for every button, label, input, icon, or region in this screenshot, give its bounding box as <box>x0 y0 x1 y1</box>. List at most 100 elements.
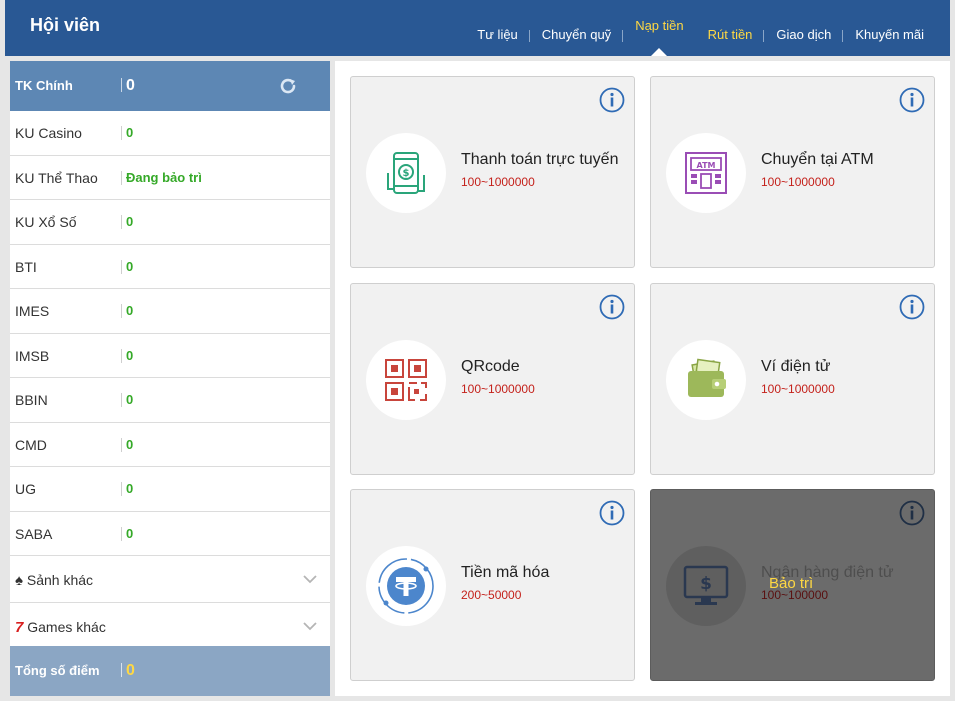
method-icon-circle: $ <box>366 133 446 213</box>
method-range: 100~1000000 <box>461 175 535 189</box>
wallet-row[interactable]: CMD 0 <box>10 423 330 467</box>
active-caret-icon <box>651 48 668 56</box>
main-account-label: TK Chính <box>15 78 73 93</box>
nav-deposit-label: Nạp tiền <box>635 18 684 33</box>
wallet-row[interactable]: KU Xổ Số 0 <box>10 200 330 245</box>
wallet-name: KU Casino <box>15 125 82 141</box>
wallet-icon <box>688 358 726 397</box>
wallet-name: IMSB <box>15 347 50 364</box>
nav-transfer[interactable]: Chuyển quỹ <box>530 0 624 56</box>
info-icon[interactable] <box>599 500 625 526</box>
method-title: Thanh toán trực tuyến <box>461 151 619 168</box>
wallet-balance: Đang bảo trì <box>126 169 202 185</box>
method-icon-circle <box>366 340 446 420</box>
method-title: Ví điện tử <box>761 358 831 375</box>
maintenance-badge: Bảo trì <box>769 575 814 592</box>
method-range: 100~1000000 <box>761 175 835 189</box>
info-icon[interactable] <box>899 87 925 113</box>
wallet-balance: 0 <box>126 214 134 229</box>
wallet-name: SABA <box>15 525 53 542</box>
info-icon[interactable] <box>899 500 925 526</box>
monitor-dollar-icon: $ <box>683 565 729 605</box>
chevron-down-icon <box>303 575 317 584</box>
divider <box>121 393 122 407</box>
divider <box>121 482 122 496</box>
main-account-balance: 0 <box>126 77 135 94</box>
other-lobby-toggle[interactable]: ♠ Sảnh khác <box>10 556 330 603</box>
method-icon-circle <box>666 340 746 420</box>
divider <box>121 259 122 274</box>
info-icon[interactable] <box>599 294 625 320</box>
phone-dollar-icon: $ <box>387 152 425 194</box>
wallet-balance: 0 <box>126 303 134 318</box>
wallet-balance: 0 <box>126 436 134 452</box>
wallet-name: BBIN <box>15 392 48 408</box>
nav-withdraw[interactable]: Rút tiền <box>696 0 765 56</box>
wallet-balance: 0 <box>126 481 134 496</box>
wallet-name: UG <box>15 481 36 497</box>
wallet-balance: 0 <box>126 258 134 274</box>
total-points-value: 0 <box>126 662 135 679</box>
divider <box>121 78 122 92</box>
wallet-balance: 0 <box>126 525 134 541</box>
nav-promotions[interactable]: Khuyến mãi <box>843 0 936 56</box>
other-games-label: 7 Games khác <box>15 619 106 636</box>
other-games-toggle[interactable]: 7 Games khác <box>10 603 330 650</box>
nav-profile[interactable]: Tư liệu <box>465 0 530 56</box>
method-range: 200~50000 <box>461 588 522 602</box>
total-points-label: Tổng số điểm <box>15 663 100 678</box>
method-card-internet-banking: $ Ngân hàng điện tử 100~100000 Bảo trì <box>650 489 935 681</box>
info-icon[interactable] <box>899 294 925 320</box>
wallet-balance: 0 <box>126 347 134 363</box>
svg-text:ATM: ATM <box>697 161 716 170</box>
divider <box>121 170 122 185</box>
nav-deposit[interactable]: Nạp tiền <box>623 0 695 56</box>
method-card-crypto[interactable]: Tiền mã hóa 200~50000 <box>350 489 635 681</box>
divider <box>121 304 122 318</box>
method-title: Tiền mã hóa <box>461 564 550 581</box>
qrcode-icon <box>385 359 427 401</box>
other-lobby-label: ♠ Sảnh khác <box>15 572 93 589</box>
total-points-row: Tổng số điểm 0 <box>10 646 330 696</box>
method-range: 100~1000000 <box>461 382 535 396</box>
method-card-online-payment[interactable]: $ Thanh toán trực tuyến 100~1000000 <box>350 76 635 268</box>
divider <box>121 126 122 140</box>
wallet-row[interactable]: KU Thể Thao Đang bảo trì <box>10 156 330 200</box>
top-header: Hội viên Tư liệu Chuyển quỹ Nạp tiền Rút… <box>5 0 950 56</box>
divider <box>121 526 122 541</box>
wallet-sidebar: TK Chính 0 KU Casino 0 KU Thể Thao Đang … <box>10 61 330 696</box>
method-icon-circle: $ <box>666 546 746 626</box>
refresh-icon[interactable] <box>278 77 298 97</box>
tether-icon <box>378 558 434 614</box>
wallet-row[interactable]: IMSB 0 <box>10 334 330 378</box>
method-card-qrcode[interactable]: QRcode 100~1000000 <box>350 283 635 475</box>
info-icon[interactable] <box>599 87 625 113</box>
page-title: Hội viên <box>30 15 101 35</box>
wallet-name: CMD <box>15 436 47 453</box>
divider <box>121 437 122 452</box>
method-icon-circle: ATM <box>666 133 746 213</box>
wallet-row[interactable]: UG 0 <box>10 467 330 512</box>
nav-transactions[interactable]: Giao dịch <box>764 0 844 56</box>
wallet-name: KU Thể Thao <box>15 169 98 186</box>
spade-icon: ♠ <box>15 572 23 589</box>
wallet-row[interactable]: BTI 0 <box>10 245 330 289</box>
wallet-row[interactable]: SABA 0 <box>10 512 330 556</box>
chevron-down-icon <box>303 622 317 631</box>
wallet-row[interactable]: BBIN 0 <box>10 378 330 423</box>
other-lobby-text: Sảnh khác <box>26 572 94 588</box>
method-range: 100~1000000 <box>761 382 835 396</box>
method-title: QRcode <box>461 358 520 375</box>
wallet-balance: 0 <box>126 125 134 140</box>
wallet-balance: 0 <box>126 392 134 407</box>
svg-text:$: $ <box>700 574 712 594</box>
method-card-atm[interactable]: ATM Chuyển tại ATM 100~1000000 <box>650 76 935 268</box>
atm-icon: ATM <box>685 152 727 194</box>
svg-text:$: $ <box>403 168 410 179</box>
other-games-text: Games khác <box>27 619 106 635</box>
wallet-name: IMES <box>15 303 50 319</box>
divider <box>121 348 122 363</box>
wallet-row[interactable]: KU Casino 0 <box>10 111 330 156</box>
wallet-row[interactable]: IMES 0 <box>10 289 330 334</box>
method-card-ewallet[interactable]: Ví điện tử 100~1000000 <box>650 283 935 475</box>
